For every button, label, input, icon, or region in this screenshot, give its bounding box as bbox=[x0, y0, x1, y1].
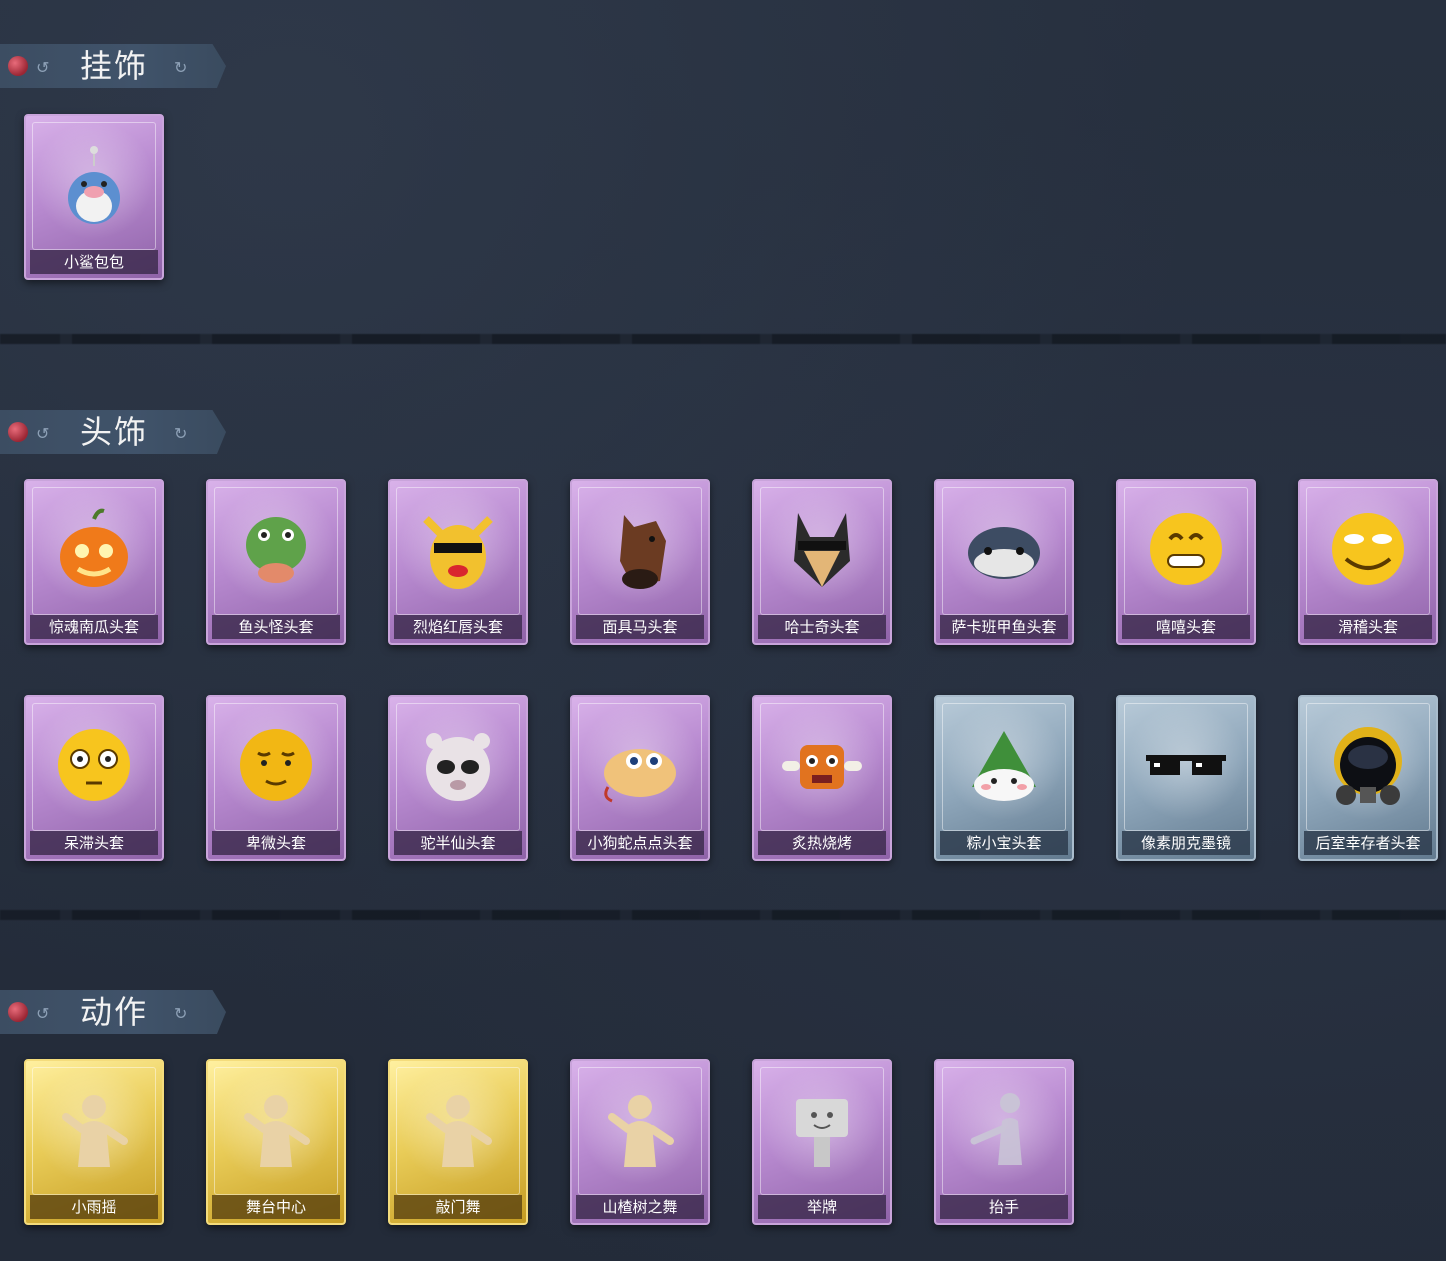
item-card[interactable]: 惊魂南瓜头套 bbox=[24, 479, 164, 645]
item-card[interactable]: 炙热烧烤 bbox=[752, 695, 892, 861]
gas-mask-helmet-icon bbox=[1322, 717, 1414, 809]
item-card[interactable]: 抬手 bbox=[934, 1059, 1074, 1225]
swirl-right-icon: ↻ bbox=[174, 1004, 188, 1023]
item-name-label: 萨卡班甲鱼头套 bbox=[940, 615, 1068, 639]
pumpkin-head-icon bbox=[48, 501, 140, 593]
item-card[interactable]: 呆滞头套 bbox=[24, 695, 164, 861]
husky-head-icon bbox=[776, 501, 868, 593]
swirl-right-icon: ↻ bbox=[174, 424, 188, 443]
dance-figure-icon bbox=[230, 1081, 322, 1173]
pin-icon bbox=[8, 1002, 28, 1022]
item-card[interactable]: 举牌 bbox=[752, 1059, 892, 1225]
sign-figure-icon bbox=[776, 1081, 868, 1173]
item-card[interactable]: 驼半仙头套 bbox=[388, 695, 528, 861]
item-card[interactable]: 鱼头怪头套 bbox=[206, 479, 346, 645]
swirl-left-icon: ↺ bbox=[36, 424, 50, 443]
zongzi-head-icon bbox=[958, 717, 1050, 809]
dance-figure-icon bbox=[48, 1081, 140, 1173]
item-name-label: 卑微头套 bbox=[212, 831, 340, 855]
swirl-left-icon: ↺ bbox=[36, 1004, 50, 1023]
item-name-label: 举牌 bbox=[758, 1195, 886, 1219]
section-title: 头饰 bbox=[80, 413, 149, 451]
item-name-label: 烈焰红唇头套 bbox=[394, 615, 522, 639]
item-name-label: 哈士奇头套 bbox=[758, 615, 886, 639]
item-name-label: 嘻嘻头套 bbox=[1122, 615, 1250, 639]
item-name-label: 后室幸存者头套 bbox=[1304, 831, 1432, 855]
section-divider bbox=[0, 910, 1446, 920]
item-card[interactable]: 舞台中心 bbox=[206, 1059, 346, 1225]
item-card[interactable]: 敲门舞 bbox=[388, 1059, 528, 1225]
item-name-label: 小雨摇 bbox=[30, 1195, 158, 1219]
section-divider bbox=[0, 334, 1446, 344]
raise-hand-figure-icon bbox=[958, 1081, 1050, 1173]
yellow-mascot-head-icon bbox=[412, 501, 504, 593]
pixel-sunglasses-icon bbox=[1140, 717, 1232, 809]
item-card[interactable]: 滑稽头套 bbox=[1298, 479, 1438, 645]
smirk-emoji-head-icon bbox=[1322, 501, 1414, 593]
section-header-headwear: ↺ 头饰 ↻ bbox=[0, 410, 226, 454]
item-name-label: 驼半仙头套 bbox=[394, 831, 522, 855]
item-name-label: 惊魂南瓜头套 bbox=[30, 615, 158, 639]
item-name-label: 抬手 bbox=[940, 1195, 1068, 1219]
item-card[interactable]: 嘻嘻头套 bbox=[1116, 479, 1256, 645]
item-card[interactable]: 面具马头套 bbox=[570, 479, 710, 645]
alpaca-head-icon bbox=[412, 717, 504, 809]
item-name-label: 敲门舞 bbox=[394, 1195, 522, 1219]
item-card[interactable]: 后室幸存者头套 bbox=[1298, 695, 1438, 861]
item-name-label: 鱼头怪头套 bbox=[212, 615, 340, 639]
section-title: 挂饰 bbox=[80, 47, 149, 85]
item-card[interactable]: 山楂树之舞 bbox=[570, 1059, 710, 1225]
item-name-label: 面具马头套 bbox=[576, 615, 704, 639]
dance-figure-icon bbox=[594, 1081, 686, 1173]
pin-icon bbox=[8, 422, 28, 442]
item-name-label: 粽小宝头套 bbox=[940, 831, 1068, 855]
item-card[interactable]: 小雨摇 bbox=[24, 1059, 164, 1225]
dazed-emoji-head-icon bbox=[48, 717, 140, 809]
section-header-pendants: ↺ 挂饰 ↻ bbox=[0, 44, 226, 88]
item-card[interactable]: 粽小宝头套 bbox=[934, 695, 1074, 861]
item-card[interactable]: 小鲨包包 bbox=[24, 114, 164, 280]
item-name-label: 像素朋克墨镜 bbox=[1122, 831, 1250, 855]
section-title: 动作 bbox=[80, 993, 149, 1031]
item-card[interactable]: 萨卡班甲鱼头套 bbox=[934, 479, 1074, 645]
item-name-label: 舞台中心 bbox=[212, 1195, 340, 1219]
item-card[interactable]: 像素朋克墨镜 bbox=[1116, 695, 1256, 861]
pin-icon bbox=[8, 56, 28, 76]
item-name-label: 山楂树之舞 bbox=[576, 1195, 704, 1219]
section-header-emotes: ↺ 动作 ↻ bbox=[0, 990, 226, 1034]
snake-head-icon bbox=[594, 717, 686, 809]
item-card[interactable]: 烈焰红唇头套 bbox=[388, 479, 528, 645]
item-name-label: 小狗蛇点点头套 bbox=[576, 831, 704, 855]
swirl-left-icon: ↺ bbox=[36, 58, 50, 77]
item-name-label: 炙热烧烤 bbox=[758, 831, 886, 855]
item-card[interactable]: 小狗蛇点点头套 bbox=[570, 695, 710, 861]
item-name-label: 滑稽头套 bbox=[1304, 615, 1432, 639]
item-card[interactable]: 卑微头套 bbox=[206, 695, 346, 861]
bbq-head-icon bbox=[776, 717, 868, 809]
item-name-label: 呆滞头套 bbox=[30, 831, 158, 855]
shark-bag-icon bbox=[48, 136, 140, 228]
horse-head-icon bbox=[594, 501, 686, 593]
item-card[interactable]: 哈士奇头套 bbox=[752, 479, 892, 645]
dance-figure-icon bbox=[412, 1081, 504, 1173]
grin-emoji-head-icon bbox=[1140, 501, 1232, 593]
humble-emoji-head-icon bbox=[230, 717, 322, 809]
sacabambaspis-head-icon bbox=[958, 501, 1050, 593]
fish-head-icon bbox=[230, 501, 322, 593]
item-name-label: 小鲨包包 bbox=[30, 250, 158, 274]
swirl-right-icon: ↻ bbox=[174, 58, 188, 77]
